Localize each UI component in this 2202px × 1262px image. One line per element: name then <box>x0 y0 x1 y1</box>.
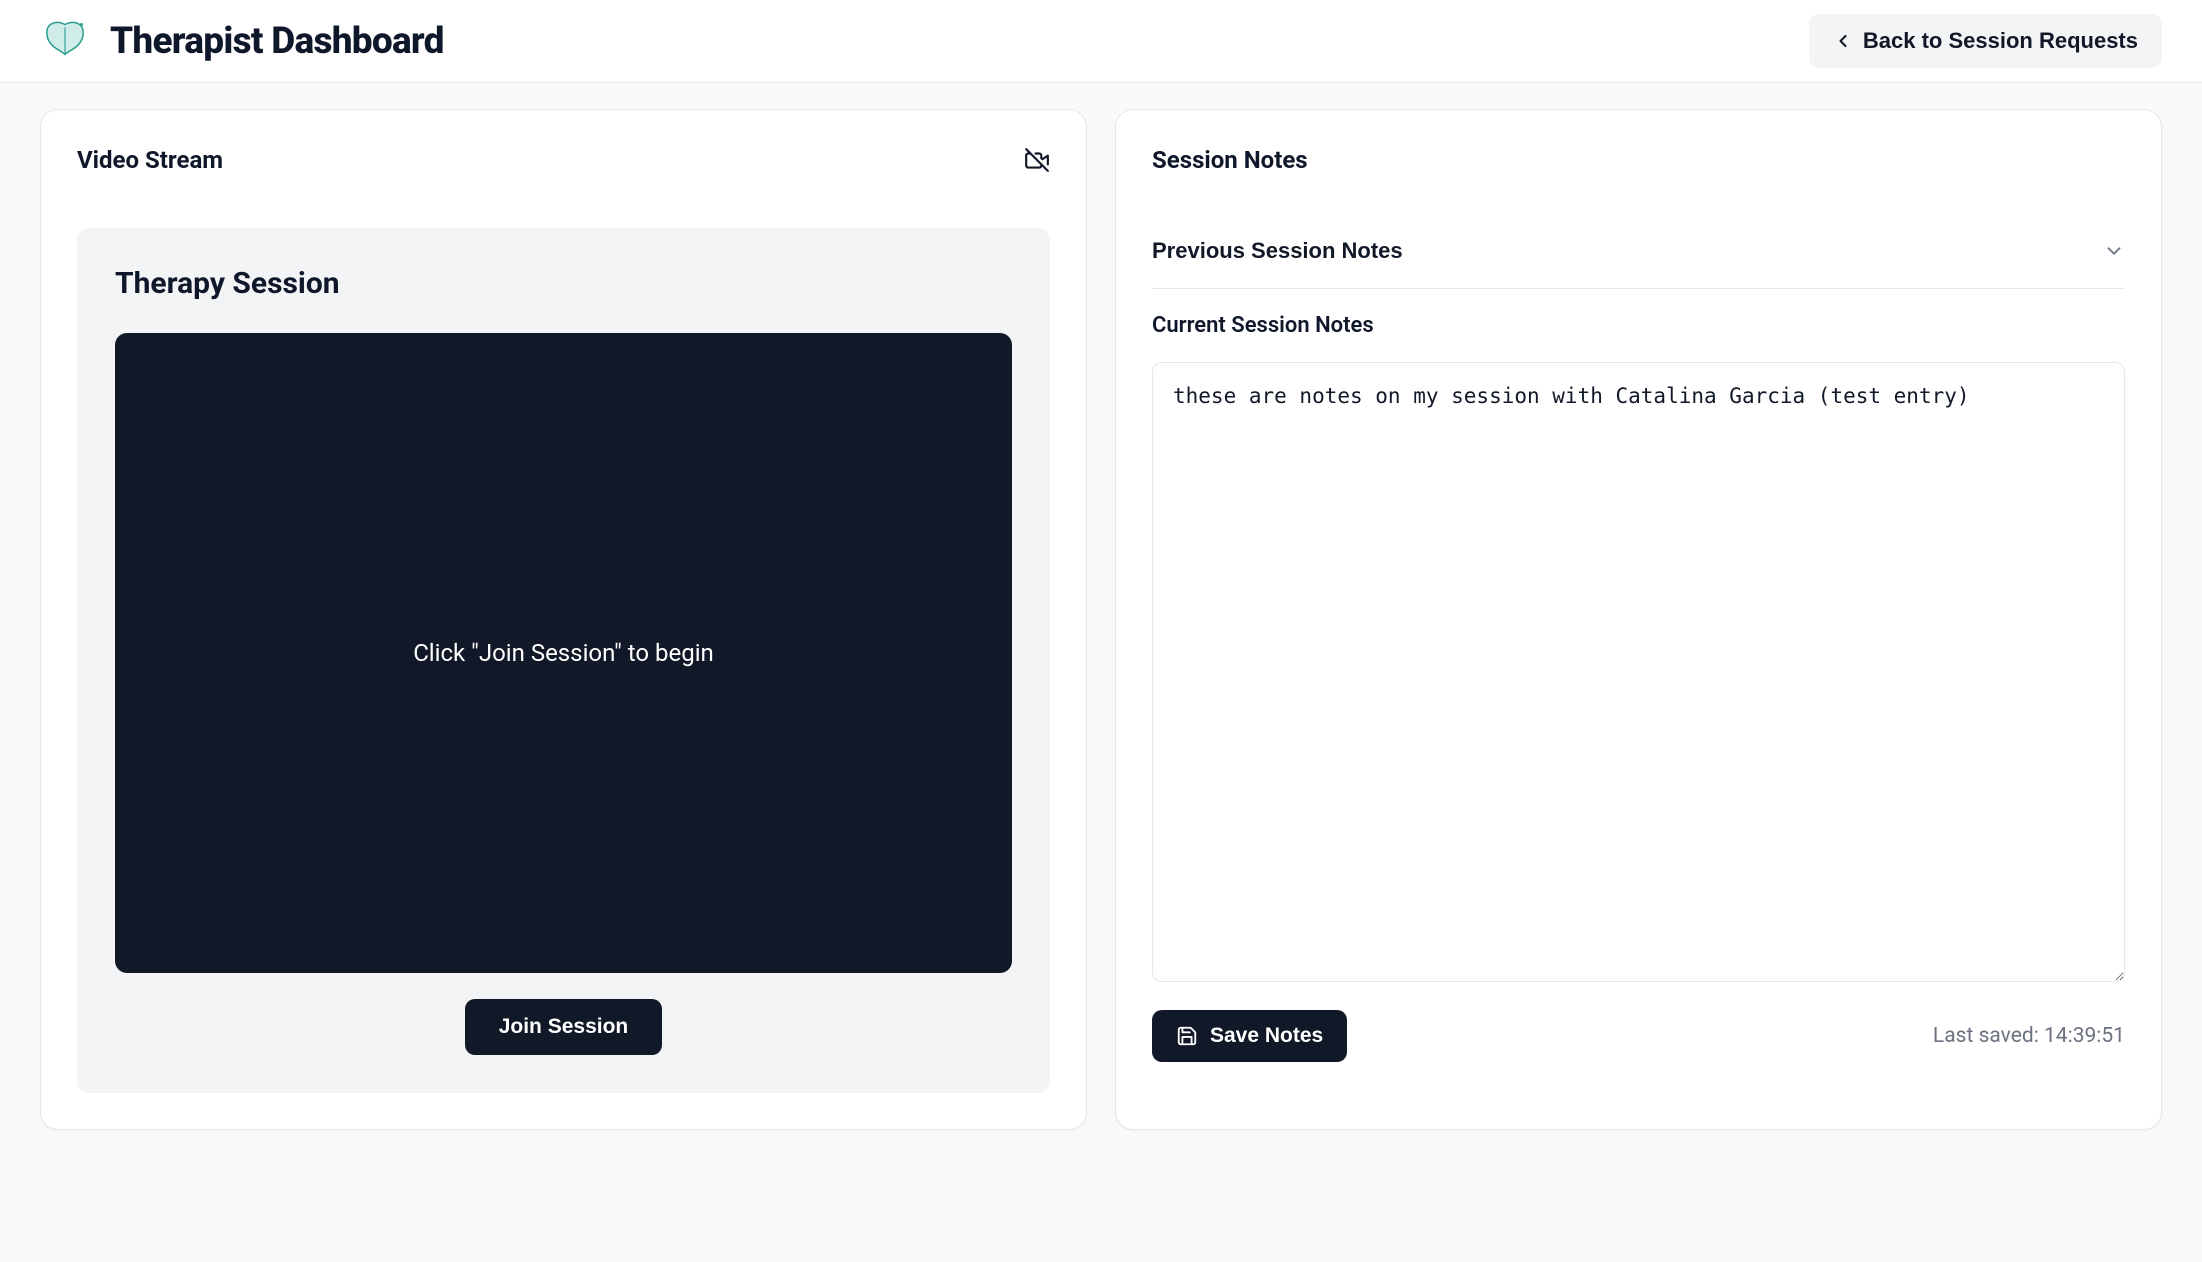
back-button-label: Back to Session Requests <box>1863 28 2138 54</box>
session-notes-card: Session Notes Previous Session Notes Cur… <box>1115 109 2162 1130</box>
video-stream-card: Video Stream Therapy Session Click "Join… <box>40 109 1087 1130</box>
last-saved-time: 14:39:51 <box>2044 1024 2125 1048</box>
notes-footer: Save Notes Last saved: 14:39:51 <box>1152 1010 2125 1062</box>
video-card-title: Video Stream <box>77 146 223 174</box>
app-header: Therapist Dashboard Back to Session Requ… <box>0 0 2202 83</box>
last-saved-text: Last saved: 14:39:51 <box>1933 1024 2125 1048</box>
save-icon <box>1176 1025 1198 1047</box>
save-button-label: Save Notes <box>1210 1024 1323 1048</box>
video-placeholder-text: Click "Join Session" to begin <box>413 639 714 667</box>
join-session-button[interactable]: Join Session <box>465 999 663 1055</box>
previous-notes-label: Previous Session Notes <box>1152 238 1403 264</box>
app-logo <box>40 17 90 65</box>
previous-notes-toggle[interactable]: Previous Session Notes <box>1152 228 2125 289</box>
video-off-icon <box>1024 147 1050 173</box>
header-left: Therapist Dashboard <box>40 17 444 65</box>
notes-card-header: Session Notes <box>1152 146 2125 174</box>
chevron-left-icon <box>1833 31 1853 51</box>
session-panel-title: Therapy Session <box>115 266 1012 301</box>
current-notes-label: Current Session Notes <box>1152 313 2125 338</box>
chevron-down-icon <box>2103 240 2125 262</box>
session-panel: Therapy Session Click "Join Session" to … <box>77 228 1050 1093</box>
current-notes-textarea[interactable] <box>1152 362 2125 982</box>
notes-card-title: Session Notes <box>1152 146 1308 174</box>
butterfly-logo-icon <box>40 17 90 65</box>
back-to-requests-button[interactable]: Back to Session Requests <box>1809 14 2162 68</box>
save-notes-button[interactable]: Save Notes <box>1152 1010 1347 1062</box>
video-card-header: Video Stream <box>77 146 1050 174</box>
last-saved-prefix: Last saved: <box>1933 1024 2044 1048</box>
notes-section: Previous Session Notes Current Session N… <box>1152 228 2125 1062</box>
video-placeholder-area: Click "Join Session" to begin <box>115 333 1012 973</box>
main-content: Video Stream Therapy Session Click "Join… <box>0 83 2202 1156</box>
page-title: Therapist Dashboard <box>110 20 444 63</box>
